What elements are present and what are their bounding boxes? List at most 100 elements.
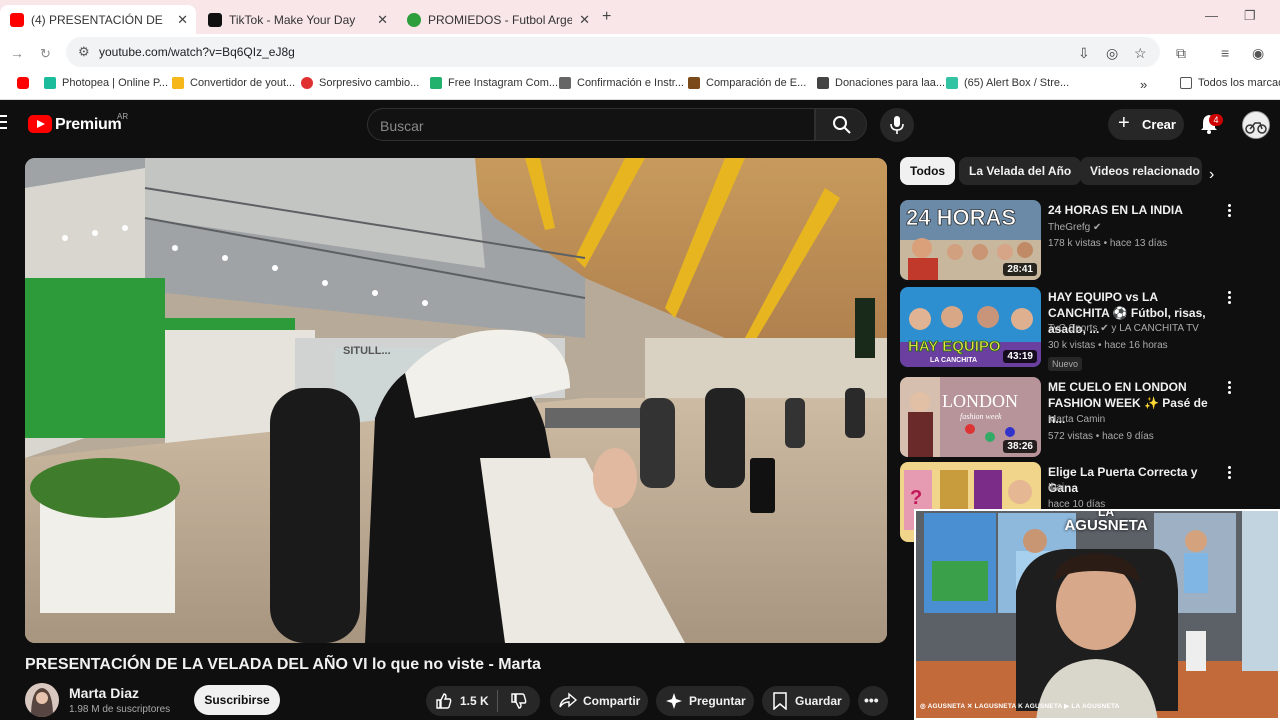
browser-tab-promiedos[interactable]: PROMIEDOS - Futbol Argentino ✕ xyxy=(404,5,598,34)
extensions-icon[interactable]: ⧉ xyxy=(1176,45,1186,62)
chip-related[interactable]: Videos relacionado xyxy=(1080,157,1202,185)
news-icon xyxy=(301,77,313,89)
bookmark-label: Todos los marcad xyxy=(1198,77,1280,89)
verified-check-icon: ✔ xyxy=(1093,222,1102,233)
like-button[interactable]: 1.5 K xyxy=(426,686,496,716)
close-tab-icon[interactable]: ✕ xyxy=(377,12,388,28)
create-button[interactable]: + Crear xyxy=(1108,109,1184,140)
browser-tab-tiktok[interactable]: TikTok - Make Your Day ✕ xyxy=(204,5,396,34)
video-thumbnail[interactable]: 24 HORAS 28:41 xyxy=(900,200,1041,280)
tab-title: TikTok - Make Your Day xyxy=(229,12,356,27)
promiedos-favicon-icon xyxy=(407,12,421,27)
bookmark-item[interactable]: Convertidor de yout... xyxy=(172,77,295,89)
bookmark-label: Convertidor de yout... xyxy=(190,77,296,89)
channel-name[interactable]: TheGrefg xyxy=(1048,222,1090,233)
recommended-video[interactable]: LONDON fashion week 38:26 ME CUELO EN LO… xyxy=(900,377,1280,459)
browser-tab-bar: (4) PRESENTACIÓN DE LA VELA ✕ TikTok - M… xyxy=(0,0,1280,34)
bookmark-item[interactable]: Sorpresivo cambio... xyxy=(301,77,419,89)
thumbnail-subtext: LA CANCHITA xyxy=(930,357,977,364)
close-tab-icon[interactable]: ✕ xyxy=(579,12,590,28)
agusneta-logo: LA AGUSNETA xyxy=(1056,511,1156,534)
more-actions-button[interactable]: ••• xyxy=(858,686,888,716)
recommended-video[interactable]: HAY EQUIPO LA CANCHITA 43:19 HAY EQUIPO … xyxy=(900,287,1280,371)
ask-button[interactable]: Preguntar xyxy=(656,686,754,716)
more-vertical-icon[interactable] xyxy=(1228,204,1232,219)
plus-icon: + xyxy=(1118,112,1130,134)
minimize-icon[interactable]: — xyxy=(1205,8,1218,23)
premium-brand[interactable]: Premium xyxy=(55,116,122,134)
video-player[interactable]: SITULL... xyxy=(25,158,887,643)
forward-arrow-icon[interactable]: → xyxy=(10,45,24,61)
recommended-video[interactable]: 24 HORAS 28:41 24 HORAS EN LA INDIA TheG… xyxy=(900,200,1280,282)
chip-all[interactable]: Todos xyxy=(900,157,956,185)
search-input[interactable]: Buscar xyxy=(367,108,815,141)
reading-list-icon[interactable]: ≡ xyxy=(1221,45,1229,61)
bookmark-item[interactable]: Comparación de E... xyxy=(688,77,806,89)
thumbnail-text: 24 HORAS xyxy=(906,205,1016,230)
youtube-header: Premium AR Buscar + Crear 4 xyxy=(0,101,1280,147)
chevron-right-icon[interactable]: › xyxy=(1209,166,1214,184)
bookmark-youtube[interactable] xyxy=(17,77,35,89)
bookmark-label: Photopea | Online P... xyxy=(62,77,169,89)
profile-icon[interactable]: ◉ xyxy=(1252,45,1264,62)
dislike-button[interactable] xyxy=(506,686,540,716)
shop-sign-text: SITULL... xyxy=(343,345,391,357)
bookmark-item[interactable]: (65) Alert Box / Stre... xyxy=(946,77,1069,89)
video-thumbnail[interactable]: LONDON fashion week 38:26 xyxy=(900,377,1041,457)
donation-icon xyxy=(817,77,829,89)
more-vertical-icon[interactable] xyxy=(1228,466,1232,481)
duration-badge: 38:26 xyxy=(1003,440,1037,453)
new-tab-plus-icon[interactable]: + xyxy=(602,8,611,26)
more-vertical-icon[interactable] xyxy=(1228,291,1232,306)
thumbnail-text: HAY EQUIPO xyxy=(908,338,1001,355)
voice-search-button[interactable] xyxy=(880,108,914,142)
share-button[interactable]: Compartir xyxy=(550,686,648,716)
subscriber-count: 1.98 M de suscriptores xyxy=(69,704,171,715)
recommendation-channel: TyC Sports ✔ y LA CANCHITA TV xyxy=(1048,323,1199,334)
site-info-icon[interactable]: ⚙ xyxy=(78,44,90,60)
video-thumbnail[interactable]: HAY EQUIPO LA CANCHITA 43:19 xyxy=(900,287,1041,367)
youtube-logo-icon[interactable] xyxy=(28,115,52,133)
tiktok-favicon-icon xyxy=(208,12,222,27)
install-app-icon[interactable]: ⇩ xyxy=(1078,45,1090,62)
save-button[interactable]: Guardar xyxy=(762,686,850,716)
folder-icon xyxy=(1180,77,1192,89)
more-bookmarks-chevron-icon[interactable]: » xyxy=(1140,77,1147,92)
recommendation-meta: 572 vistas • hace 9 días xyxy=(1048,431,1154,442)
bookmark-item[interactable]: Photopea | Online P... xyxy=(44,77,168,89)
bookmarks-bar: Photopea | Online P... Convertidor de yo… xyxy=(0,70,1280,100)
bookmark-item[interactable]: Confirmación e Instr... xyxy=(559,77,684,89)
recommendation-channel[interactable]: Marta Camin xyxy=(1048,414,1105,425)
search-button[interactable] xyxy=(815,108,867,141)
eye-slash-icon[interactable]: ◎ xyxy=(1106,45,1118,62)
more-vertical-icon[interactable] xyxy=(1228,381,1232,396)
bookmark-item[interactable]: Free Instagram Com... xyxy=(430,77,558,89)
restore-window-icon[interactable]: ❐ xyxy=(1244,8,1256,24)
chip-la-velada[interactable]: La Velada del Año xyxy=(959,157,1082,185)
like-dislike-group: 1.5 K xyxy=(426,686,540,716)
subscribe-button[interactable]: Suscribirse xyxy=(194,685,280,715)
url-omnibox[interactable]: ⚙ youtube.com/watch?v=Bq6QIz_eJ8g ⇩ ◎ ☆ xyxy=(66,37,1160,67)
tab-title: (4) PRESENTACIÓN DE LA VELA xyxy=(31,12,167,27)
recommendation-channel[interactable]: Ibai xyxy=(1048,482,1064,493)
browser-tab-youtube[interactable]: (4) PRESENTACIÓN DE LA VELA ✕ xyxy=(0,5,196,34)
channel-extra[interactable]: y LA CANCHITA TV xyxy=(1111,323,1198,334)
reload-icon[interactable]: ↻ xyxy=(40,46,51,62)
account-avatar[interactable] xyxy=(1242,111,1270,139)
bookmark-label: Free Instagram Com... xyxy=(448,77,559,89)
photopea-icon xyxy=(44,77,56,89)
like-divider xyxy=(497,690,498,712)
search-placeholder: Buscar xyxy=(380,118,424,134)
motorcycle-avatar-icon xyxy=(1245,122,1267,134)
channel-avatar[interactable] xyxy=(25,683,59,717)
menu-icon[interactable] xyxy=(0,115,7,129)
all-bookmarks-folder[interactable]: Todos los marcad xyxy=(1180,77,1280,89)
channel-name[interactable]: TyC Sports xyxy=(1048,323,1097,334)
url-text[interactable]: youtube.com/watch?v=Bq6QIz_eJ8g xyxy=(99,45,295,59)
close-tab-icon[interactable]: ✕ xyxy=(177,12,188,28)
share-label: Compartir xyxy=(583,694,641,708)
bookmark-item[interactable]: Donaciones para laa... xyxy=(817,77,945,89)
notification-count-badge: 4 xyxy=(1209,114,1223,126)
bookmark-star-icon[interactable]: ☆ xyxy=(1134,45,1147,62)
channel-name[interactable]: Marta Diaz xyxy=(69,685,139,701)
